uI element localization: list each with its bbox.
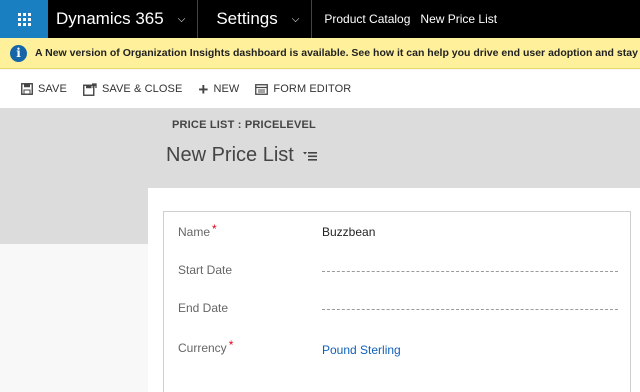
chevron-down-icon: ⌵ bbox=[291, 13, 300, 25]
name-label-text: Name bbox=[178, 225, 211, 239]
start-date-row: Start Date bbox=[178, 260, 618, 280]
save-label: SAVE bbox=[38, 83, 67, 95]
top-nav-bar: Dynamics 365 ⌵ Settings ⌵ Product Catalo… bbox=[0, 0, 640, 38]
currency-label-text: Currency bbox=[178, 341, 227, 355]
save-and-close-button[interactable]: SAVE & CLOSE bbox=[82, 82, 183, 96]
record-title: New Price List bbox=[166, 144, 317, 167]
scroll-panel-edge bbox=[630, 211, 640, 392]
notification-text: A New version of Organization Insights d… bbox=[35, 47, 640, 59]
new-button[interactable]: + NEW bbox=[198, 79, 240, 99]
start-date-label: Start Date bbox=[178, 263, 233, 277]
new-label: NEW bbox=[213, 83, 240, 95]
required-marker: * bbox=[228, 338, 234, 352]
waffle-icon bbox=[17, 12, 31, 26]
app-switcher[interactable]: Dynamics 365 ⌵ bbox=[48, 0, 199, 38]
entity-label: PRICE LIST : PRICELEVEL bbox=[172, 119, 316, 131]
form-editor-icon bbox=[255, 83, 269, 95]
form-editor-button[interactable]: FORM EDITOR bbox=[255, 83, 351, 95]
breadcrumb: Product Catalog New Price List bbox=[312, 0, 497, 38]
currency-label: Currency * bbox=[178, 338, 322, 355]
save-close-icon bbox=[82, 82, 97, 96]
app-name: Dynamics 365 bbox=[56, 9, 164, 28]
area-switcher[interactable]: Settings ⌵ bbox=[198, 0, 313, 38]
breadcrumb-product-catalog[interactable]: Product Catalog bbox=[324, 12, 410, 26]
form-editor-label: FORM EDITOR bbox=[273, 83, 352, 95]
name-field[interactable]: Buzzbean bbox=[322, 225, 375, 239]
app-launcher-button[interactable] bbox=[0, 0, 48, 38]
save-close-label: SAVE & CLOSE bbox=[101, 83, 183, 95]
currency-row: Currency * Pound Sterling bbox=[178, 338, 618, 358]
record-title-text: New Price List bbox=[166, 144, 294, 166]
end-date-label: End Date bbox=[178, 301, 229, 315]
name-label: Name * bbox=[178, 222, 322, 239]
area-name: Settings bbox=[216, 9, 278, 28]
save-button[interactable]: SAVE bbox=[21, 83, 67, 95]
start-date-field[interactable] bbox=[322, 270, 618, 272]
chevron-down-icon: ⌵ bbox=[177, 13, 186, 25]
save-icon bbox=[21, 83, 33, 95]
currency-lookup-link[interactable]: Pound Sterling bbox=[322, 343, 401, 357]
command-bar: SAVE SAVE & CLOSE + NEW FORM EDITOR bbox=[0, 70, 640, 108]
breadcrumb-new-price-list[interactable]: New Price List bbox=[420, 12, 497, 26]
end-date-field[interactable] bbox=[322, 308, 618, 310]
plus-icon: + bbox=[198, 79, 209, 99]
name-field-row: Name * Buzzbean bbox=[178, 222, 618, 242]
form-selector-menu-icon[interactable] bbox=[302, 151, 317, 161]
info-icon: i bbox=[10, 44, 27, 62]
required-marker: * bbox=[212, 222, 217, 236]
end-date-row: End Date bbox=[178, 298, 618, 318]
left-gutter bbox=[0, 244, 148, 392]
notification-bar: i A New version of Organization Insights… bbox=[0, 38, 640, 69]
